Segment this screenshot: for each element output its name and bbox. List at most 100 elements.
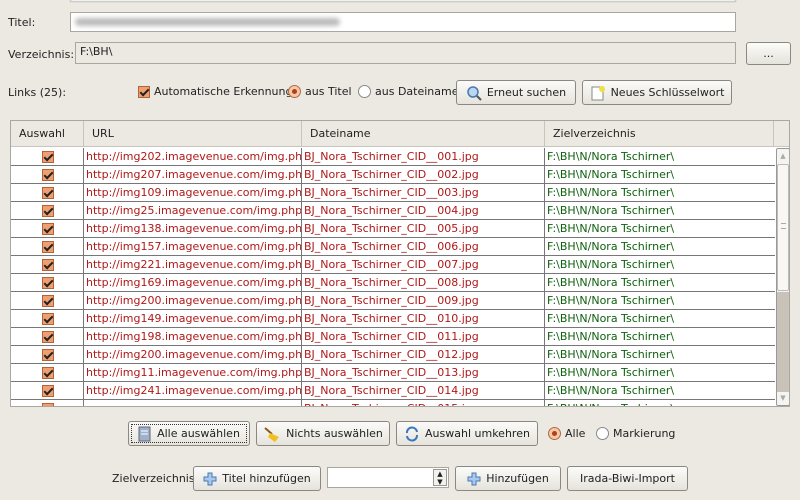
filename-cell: BJ_Nora_Tschirner_CID__010.jpg (302, 310, 545, 328)
checkbox-checked-icon[interactable] (42, 295, 54, 307)
column-header-url[interactable]: URL (84, 121, 302, 147)
table-row[interactable]: http://img109.imagevenue.com/img.php?i..… (11, 184, 775, 202)
add-button[interactable]: Hinzufügen (455, 466, 561, 491)
checkbox-checked-icon[interactable] (42, 349, 54, 361)
select-all-button[interactable]: Alle auswählen (128, 421, 250, 446)
url-cell: http://img25.imagevenue.com/img.php?im..… (84, 202, 302, 220)
vertical-scrollbar[interactable]: ▲ ▼ (776, 148, 789, 406)
filename-cell: BJ_Nora_Tschirner_CID__009.jpg (302, 292, 545, 310)
row-checkbox-cell[interactable] (11, 400, 84, 406)
irada-biwi-import-button[interactable]: Irada-Biwi-Import (567, 466, 688, 491)
row-checkbox-cell[interactable] (11, 166, 84, 184)
links-count-label: Links (25): (8, 86, 67, 99)
select-none-button[interactable]: Nichts auswählen (256, 421, 390, 446)
invert-selection-button[interactable]: Auswahl umkehren (396, 421, 538, 446)
checkbox-checked-icon[interactable] (42, 367, 54, 379)
table-row[interactable]: http://img11.imagevenue.com/img.php?im..… (11, 364, 775, 382)
target-dir-cell: F:\BH\N/Nora Tschirner\ (547, 294, 675, 307)
url-cell: http://img200.imagevenue.com/img.php?i..… (84, 346, 302, 364)
table-row[interactable]: http://img157.imagevenue.com/img.php?i..… (11, 238, 775, 256)
blurred-title-text (75, 18, 340, 26)
new-keyword-button[interactable]: Neues Schlüsselwort (582, 80, 732, 105)
url-cell: http://img149.imagevenue.com/img.php?i..… (84, 310, 302, 328)
row-checkbox-cell[interactable] (11, 382, 84, 400)
scroll-up-arrow[interactable]: ▲ (777, 149, 789, 163)
filename-cell: BJ_Nora_Tschirner_CID__013.jpg (302, 364, 545, 382)
checkbox-checked-icon[interactable] (42, 169, 54, 181)
magnifier-icon (467, 85, 482, 101)
radio-from-filename[interactable]: aus Dateiname (358, 85, 458, 98)
table-row[interactable]: http://img202.imagevenue.com/img.php?i..… (11, 148, 775, 166)
target-dir-cell: F:\BH\N/Nora Tschirner\ (547, 348, 675, 361)
radio-from-title[interactable]: aus Titel (288, 85, 352, 98)
scrollbar-track[interactable] (777, 292, 789, 392)
target-dir-cell: F:\BH\N/Nora Tschirner\ (547, 384, 675, 397)
row-checkbox-cell[interactable] (11, 328, 84, 346)
column-header-dateiname[interactable]: Dateiname (302, 121, 545, 147)
filename-cell: BJ_Nora_Tschirner_CID__008.jpg (302, 274, 545, 292)
search-again-button[interactable]: Erneut suchen (456, 80, 576, 105)
row-checkbox-cell[interactable] (11, 364, 84, 382)
table-row[interactable]: BJ_Nora_Tschirner_CID__015.jpgF:\BH\N/No… (11, 400, 775, 406)
browse-button[interactable]: ... (746, 42, 791, 65)
table-row[interactable]: http://img198.imagevenue.com/img.php?i..… (11, 328, 775, 346)
scrollbar-thumb[interactable] (777, 164, 789, 291)
filename-cell: BJ_Nora_Tschirner_CID__001.jpg (302, 148, 545, 166)
table-row[interactable]: http://img200.imagevenue.com/img.php?i..… (11, 346, 775, 364)
filename-cell: BJ_Nora_Tschirner_CID__003.jpg (302, 184, 545, 202)
table-row[interactable]: http://img138.imagevenue.com/img.php?i..… (11, 220, 775, 238)
checkbox-checked-icon[interactable] (42, 385, 54, 397)
radio-scope-all[interactable]: Alle (548, 427, 585, 440)
refresh-arrows-icon (406, 425, 419, 442)
target-dir-cell: F:\BH\N/Nora Tschirner\ (547, 366, 675, 379)
row-checkbox-cell[interactable] (11, 238, 84, 256)
radio-scope-marked[interactable]: Markierung (596, 427, 675, 440)
target-dir-cell: F:\BH\N/Nora Tschirner\ (547, 330, 675, 343)
checkbox-checked-icon[interactable] (42, 331, 54, 343)
filename-cell: BJ_Nora_Tschirner_CID__011.jpg (302, 328, 545, 346)
row-checkbox-cell[interactable] (11, 274, 84, 292)
table-row[interactable]: http://img221.imagevenue.com/img.php?i..… (11, 256, 775, 274)
table-row[interactable]: http://img241.imagevenue.com/img.php?i..… (11, 382, 775, 400)
checkbox-checked-icon[interactable] (42, 313, 54, 325)
auto-detect-checkbox[interactable]: Automatische Erkennung (138, 85, 292, 98)
filename-cell: BJ_Nora_Tschirner_CID__006.jpg (302, 238, 545, 256)
scroll-down-arrow[interactable]: ▼ (777, 391, 789, 405)
url-cell: http://img241.imagevenue.com/img.php?i..… (84, 382, 302, 400)
filename-cell: BJ_Nora_Tschirner_CID__012.jpg (302, 346, 545, 364)
column-header-auswahl[interactable]: Auswahl (11, 121, 84, 147)
target-dir-cell: F:\BH\N/Nora Tschirner\ (547, 186, 675, 199)
title-input[interactable] (70, 12, 736, 32)
row-checkbox-cell[interactable] (11, 292, 84, 310)
radio-selected-icon (288, 85, 301, 98)
checkbox-checked-icon[interactable] (42, 259, 54, 271)
dir-input[interactable]: F:\BH\ (75, 42, 736, 64)
row-checkbox-cell[interactable] (11, 256, 84, 274)
row-checkbox-cell[interactable] (11, 184, 84, 202)
add-title-button[interactable]: Titel hinzufügen (193, 466, 321, 491)
table-row[interactable]: http://img207.imagevenue.com/img.php?i..… (11, 166, 775, 184)
select-all-icon (138, 426, 151, 441)
checkbox-checked-icon[interactable] (42, 187, 54, 199)
checkbox-checked-icon[interactable] (42, 403, 54, 406)
spinner-arrows-icon[interactable]: ▲ ▼ (433, 469, 447, 486)
checkbox-checked-icon[interactable] (42, 223, 54, 235)
row-checkbox-cell[interactable] (11, 346, 84, 364)
row-checkbox-cell[interactable] (11, 148, 84, 166)
table-row[interactable]: http://img25.imagevenue.com/img.php?im..… (11, 202, 775, 220)
radio-icon (596, 427, 609, 440)
column-header-zielverzeichnis[interactable]: Zielverzeichnis (545, 121, 774, 147)
table-row[interactable]: http://img169.imagevenue.com/img.php?i..… (11, 274, 775, 292)
row-checkbox-cell[interactable] (11, 202, 84, 220)
checkbox-checked-icon[interactable] (42, 277, 54, 289)
table-row[interactable]: http://img200.imagevenue.com/img.php?i..… (11, 292, 775, 310)
checkbox-checked-icon[interactable] (42, 241, 54, 253)
checkbox-checked-icon[interactable] (42, 205, 54, 217)
table-row[interactable]: http://img149.imagevenue.com/img.php?i..… (11, 310, 775, 328)
filename-cell: BJ_Nora_Tschirner_CID__015.jpg (302, 400, 545, 406)
target-dir-cell: F:\BH\N/Nora Tschirner\ (547, 276, 675, 289)
row-checkbox-cell[interactable] (11, 220, 84, 238)
target-combo[interactable]: ▲ ▼ (327, 467, 449, 488)
row-checkbox-cell[interactable] (11, 310, 84, 328)
checkbox-checked-icon[interactable] (42, 151, 54, 163)
